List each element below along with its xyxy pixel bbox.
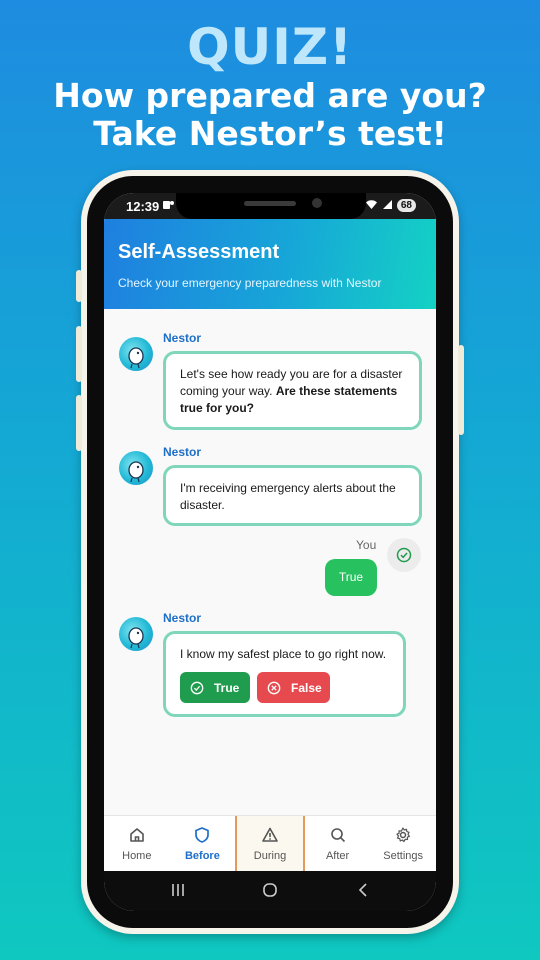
tab-settings[interactable]: Settings [370,816,436,871]
wifi-icon [365,198,378,213]
tab-during[interactable]: During [235,816,305,871]
check-circle-icon [190,681,204,694]
x-circle-icon [267,681,281,694]
tab-before-label: Before [184,850,220,862]
nestor-avatar [119,451,153,485]
bot-name: Nestor [163,445,202,459]
tab-settings-label: Settings [383,850,424,862]
home-icon [129,828,144,842]
user-label: You [356,538,377,552]
shield-icon [195,827,210,843]
app-header: Self-Assessment Check your emergency pre… [104,215,436,309]
teams-notification-icon [162,199,174,214]
tab-after[interactable]: After [305,816,371,871]
search-icon [330,828,345,843]
promo-headline-line1: How prepared are you? [53,76,487,115]
promo-headline-line2: Take Nestor’s test! [93,114,447,153]
nestor-avatar [119,337,153,371]
user-avatar [387,538,421,572]
back-nav-button[interactable] [356,883,370,902]
speaker-grille [244,201,296,206]
phone-volume-down [76,395,82,451]
tab-after-label: After [325,850,350,862]
recent-apps-button[interactable] [170,883,186,902]
page-title: Self-Assessment [118,241,280,263]
true-button-label: True [214,680,240,695]
warning-icon [262,827,278,842]
tab-home-label: Home [122,850,152,862]
bot-message-text: I know my safest place to go right now. [180,647,387,661]
battery-indicator: 68 [396,199,416,212]
bot-name: Nestor [163,611,202,625]
home-nav-button[interactable] [262,883,278,902]
system-navigation-bar [104,871,436,911]
status-icons: 68 [365,198,416,213]
false-button[interactable]: False [257,672,330,703]
true-button[interactable]: True [180,672,250,703]
tab-during-label: During [253,850,287,862]
bot-message-text: I'm receiving emergency alerts about the… [180,481,396,512]
false-button-label: False [291,680,322,695]
bot-name: Nestor [163,331,202,345]
gear-icon [396,827,411,843]
check-circle-icon [396,547,412,563]
camera-notch [176,193,366,219]
front-camera [312,198,322,208]
phone-volume-up [76,326,82,382]
status-time: 12:39 [126,199,160,214]
bottom-tab-bar: Home Before During After Settings [104,815,436,871]
nestor-avatar [119,617,153,651]
tab-home[interactable]: Home [104,816,170,871]
tab-before[interactable]: Before [170,816,236,871]
signal-icon [382,198,393,213]
phone-side-button [76,270,82,302]
phone-power-button [458,345,464,435]
promo-quiz-title: QUIZ! [187,18,353,76]
chat-area: Nestor Let's see how ready you are for a… [104,309,436,815]
user-reply-bubble: True [325,559,377,596]
bot-message-bubble: I'm receiving emergency alerts about the… [163,465,422,526]
phone-screen: Self-Assessment Check your emergency pre… [104,193,436,911]
bot-message-bubble: Let's see how ready you are for a disast… [163,351,422,430]
page-subtitle: Check your emergency preparedness with N… [118,276,382,290]
